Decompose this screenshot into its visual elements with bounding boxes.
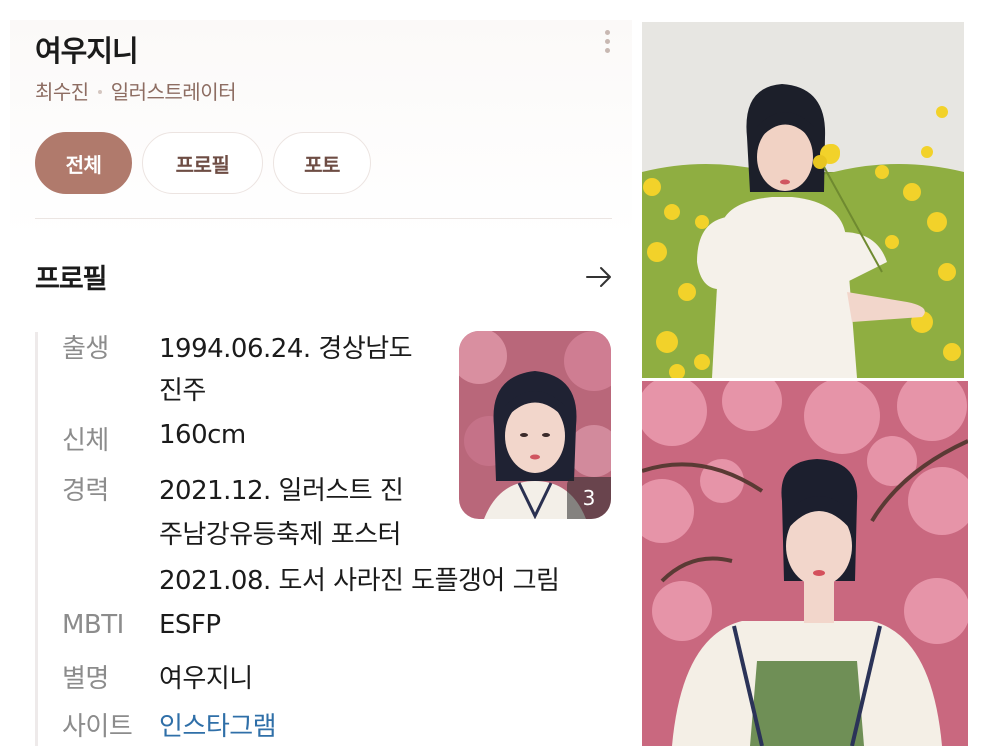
photo-count-badge: 3 [567,477,611,519]
cherry-blossom-image [642,381,968,746]
real-name: 최수진 [35,80,89,104]
birth-value-line1: 1994.06.24. 경상남도 [159,334,413,364]
tab-all[interactable]: 전체 [35,132,132,194]
site-label: 사이트 [62,712,133,742]
alias-label: 별명 [62,664,109,694]
profile-card: 여우지니 최수진 일러스트레이터 전체 프로필 포토 프로필 출생 1994.06… [10,20,632,746]
career-line1: 2021.12. 일러스트 진 [159,476,404,506]
birth-label: 출생 [62,334,109,364]
site-link[interactable]: 인스타그램 [159,706,277,743]
divider [35,218,612,219]
flower-field-image [642,22,964,378]
tab-profile[interactable]: 프로필 [142,132,263,194]
photo-flower-field[interactable] [642,22,964,378]
tab-bar: 전체 프로필 포토 [35,132,381,194]
alias-value: 여우지니 [159,664,253,694]
profile-subtitle: 최수진 일러스트레이터 [35,76,237,105]
mbti-label: MBTI [62,610,124,640]
more-vertical-icon[interactable] [603,30,611,58]
mbti-value: ESFP [159,610,221,640]
body-value: 160cm [159,420,246,450]
section-title: 프로필 [35,264,108,295]
tab-photo[interactable]: 포토 [273,132,371,194]
job-title: 일러스트레이터 [110,80,237,104]
profile-thumbnail[interactable]: 3 [459,331,611,519]
body-label: 신체 [62,426,109,456]
profile-name: 여우지니 [35,34,139,68]
photo-cherry-blossom[interactable] [642,381,968,746]
career-line2: 주남강유등축제 포스터 [159,520,401,550]
career-line3: 2021.08. 도서 사라진 도플갱어 그림 [159,566,560,596]
arrow-right-icon[interactable] [585,266,613,288]
career-label: 경력 [62,476,109,506]
separator-dot [97,89,102,94]
birth-value-line2: 진주 [159,376,206,406]
info-side-bar [35,332,38,746]
